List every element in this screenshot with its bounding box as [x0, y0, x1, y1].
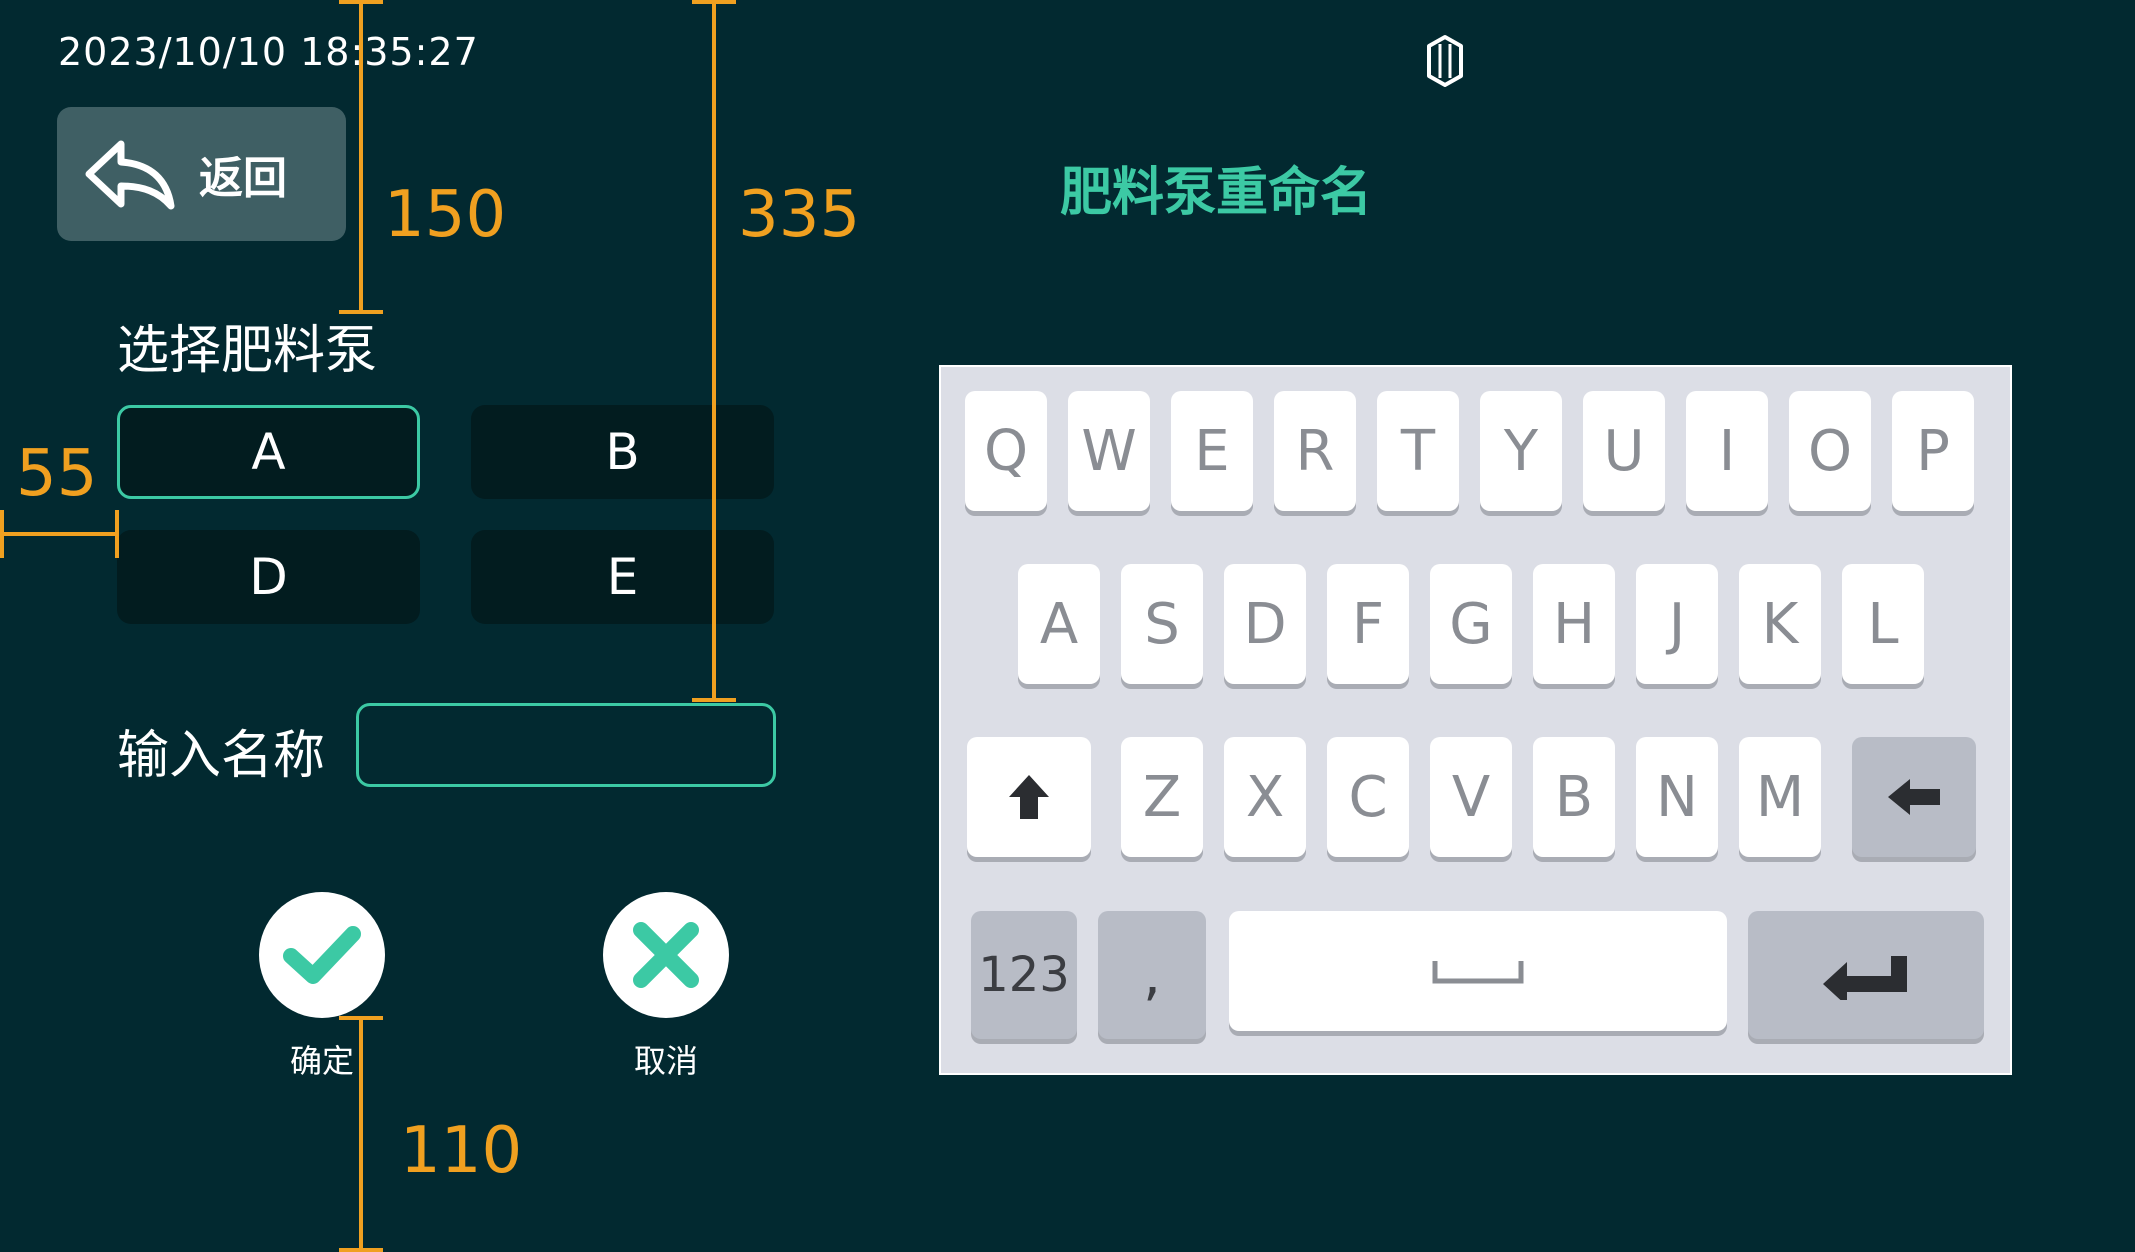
- numbers-key[interactable]: 123: [971, 911, 1077, 1039]
- enter-return-icon: [1823, 956, 1907, 1000]
- annotation-line-335: [712, 0, 716, 702]
- key-s[interactable]: S: [1121, 564, 1203, 684]
- backspace-icon: [1888, 779, 1940, 815]
- pump-option-a[interactable]: A: [117, 405, 420, 499]
- key-n[interactable]: N: [1636, 737, 1718, 857]
- name-input-label: 输入名称: [117, 726, 326, 786]
- key-u[interactable]: U: [1583, 391, 1665, 511]
- annotation-tick: [339, 310, 383, 314]
- cancel-label: 取消: [633, 1042, 698, 1080]
- checkmark-icon: [283, 926, 361, 984]
- key-m[interactable]: M: [1739, 737, 1821, 857]
- annotation-tick: [339, 1248, 383, 1252]
- annotation-tick: [0, 510, 4, 558]
- key-v[interactable]: V: [1430, 737, 1512, 857]
- key-w[interactable]: W: [1068, 391, 1150, 511]
- pump-option-e[interactable]: E: [471, 530, 774, 624]
- pump-option-d[interactable]: D: [117, 530, 420, 624]
- annotation-line-110: [359, 1018, 363, 1252]
- key-d[interactable]: D: [1224, 564, 1306, 684]
- annotation-label-150: 150: [384, 178, 507, 252]
- hexagon-logo-icon: [1427, 35, 1463, 87]
- key-r[interactable]: R: [1274, 391, 1356, 511]
- key-c[interactable]: C: [1327, 737, 1409, 857]
- annotation-tick: [692, 698, 736, 702]
- pump-select-label: 选择肥料泵: [117, 321, 378, 381]
- virtual-keyboard: Q W E R T Y U I O P A S D F G H J K L Z …: [939, 365, 2012, 1075]
- annotation-label-335: 335: [738, 178, 861, 252]
- annotation-label-110: 110: [400, 1114, 523, 1188]
- shift-arrow-icon: [1009, 775, 1049, 819]
- key-k[interactable]: K: [1739, 564, 1821, 684]
- name-input[interactable]: [356, 703, 776, 787]
- annotation-line-150: [359, 0, 363, 314]
- key-b[interactable]: B: [1533, 737, 1615, 857]
- cancel-button[interactable]: [603, 892, 729, 1018]
- annotation-tick: [339, 1016, 383, 1020]
- space-bar-icon: [1432, 961, 1524, 984]
- confirm-label: 确定: [289, 1042, 354, 1080]
- enter-key[interactable]: [1748, 911, 1984, 1039]
- space-key[interactable]: [1229, 911, 1727, 1031]
- back-button[interactable]: 返回: [57, 107, 346, 241]
- key-o[interactable]: O: [1789, 391, 1871, 511]
- annotation-label-55: 55: [16, 437, 98, 511]
- shift-key[interactable]: [967, 737, 1091, 857]
- annotation-line-55: [0, 532, 119, 536]
- key-g[interactable]: G: [1430, 564, 1512, 684]
- page-title: 肥料泵重命名: [1060, 163, 1373, 223]
- backspace-key[interactable]: [1852, 737, 1976, 857]
- key-l[interactable]: L: [1842, 564, 1924, 684]
- annotation-tick: [692, 0, 736, 4]
- back-label: 返回: [199, 153, 287, 204]
- pump-option-b[interactable]: B: [471, 405, 774, 499]
- key-i[interactable]: I: [1686, 391, 1768, 511]
- key-t[interactable]: T: [1377, 391, 1459, 511]
- comma-key[interactable]: ,: [1098, 911, 1206, 1039]
- key-y[interactable]: Y: [1480, 391, 1562, 511]
- key-a[interactable]: A: [1018, 564, 1100, 684]
- key-p[interactable]: P: [1892, 391, 1974, 511]
- datetime-display: 2023/10/10 18:35:27: [58, 30, 479, 74]
- back-arrow-icon: [85, 140, 175, 210]
- key-f[interactable]: F: [1327, 564, 1409, 684]
- key-h[interactable]: H: [1533, 564, 1615, 684]
- key-q[interactable]: Q: [965, 391, 1047, 511]
- key-j[interactable]: J: [1636, 564, 1718, 684]
- key-z[interactable]: Z: [1121, 737, 1203, 857]
- annotation-tick: [115, 510, 119, 558]
- annotation-tick: [339, 0, 383, 4]
- key-e[interactable]: E: [1171, 391, 1253, 511]
- confirm-button[interactable]: [259, 892, 385, 1018]
- key-x[interactable]: X: [1224, 737, 1306, 857]
- close-icon: [633, 922, 699, 988]
